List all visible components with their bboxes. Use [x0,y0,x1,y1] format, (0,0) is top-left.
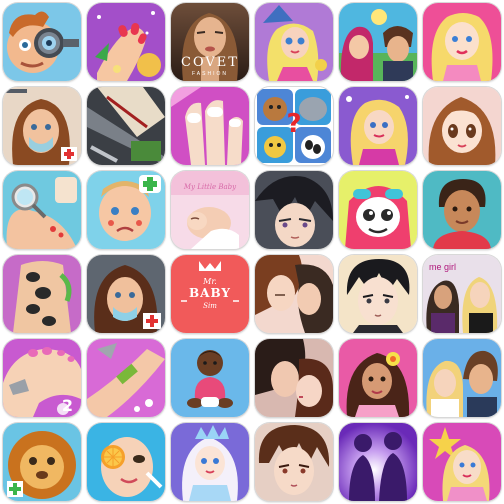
anime-guy-app-icon-art [339,255,417,333]
monster-pet-app-icon[interactable] [339,171,417,249]
vampire-romance-app-icon[interactable] [255,423,333,501]
eye-doctor-app-icon-art [3,3,81,81]
animal-quiz-app-icon-art [255,87,333,165]
covet-fashion-app-icon[interactable]: COVET FASHION [171,3,249,81]
emergency-girl-app-icon[interactable] [87,255,165,333]
leg-wax-app-icon-art [87,339,165,417]
romance-story-app-icon[interactable] [255,255,333,333]
star-girl-app-icon[interactable] [423,423,501,501]
manicure-app-icon[interactable] [171,87,249,165]
couple-story-app-icon[interactable] [339,3,417,81]
ice-princess-app-icon-art [171,423,249,501]
spa-massage-app-icon[interactable] [3,255,81,333]
lion-doctor-app-icon[interactable] [3,423,81,501]
eye-doctor-app-icon[interactable] [3,3,81,81]
romance-story-app-icon-art [255,255,333,333]
baby-sitting-app-icon[interactable] [171,339,249,417]
pop-star-app-icon[interactable] [339,87,417,165]
dress-up-girl-app-icon-art [255,3,333,81]
face-mask-app-icon-art [87,423,165,501]
manicure-app-icon-art [171,87,249,165]
nail-salon-app-icon-art [87,3,165,81]
high-school-couple-app-icon-art [423,339,501,417]
baby-doctor-app-icon[interactable] [87,171,165,249]
hospital-girl-app-icon-art [3,87,81,165]
foot-spa-app-icon-art [3,339,81,417]
blonde-princess-app-icon-art [423,3,501,81]
animal-quiz-app-icon[interactable]: ? [255,87,333,165]
tropical-girl-app-icon-art [339,339,417,417]
mr-baby-sim-app-icon[interactable]: Mr. BABY Sim [171,255,249,333]
anime-girl-app-icon-art [423,87,501,165]
dress-up-girl-app-icon[interactable] [255,3,333,81]
me-girl-app-icon-art [423,255,501,333]
face-mask-app-icon[interactable] [87,423,165,501]
mr-baby-sim-app-icon-art [171,255,249,333]
leg-wax-app-icon[interactable] [87,339,165,417]
silhouette-dance-app-icon[interactable] [339,423,417,501]
kiss-romance-app-icon[interactable] [255,339,333,417]
pop-star-app-icon-art [339,87,417,165]
ice-princess-app-icon[interactable] [171,423,249,501]
high-school-couple-app-icon[interactable] [423,339,501,417]
anime-guy-app-icon[interactable] [339,255,417,333]
silhouette-dance-app-icon-art [339,423,417,501]
emergency-girl-app-icon-art [87,255,165,333]
app-icon-grid: COVET FASHION ? My Little Baby Mr. BABY … [0,0,504,504]
hospital-girl-app-icon[interactable] [3,87,81,165]
me-girl-app-icon[interactable]: me girl [423,255,501,333]
vampire-romance-app-icon-art [255,423,333,501]
arm-surgery-app-icon[interactable] [87,87,165,165]
avatar-boy-app-icon-art [423,171,501,249]
nail-salon-app-icon[interactable] [87,3,165,81]
spa-massage-app-icon-art [3,255,81,333]
foot-doctor-app-icon-art [3,171,81,249]
my-little-baby-app-icon-art [171,171,249,249]
monster-pet-app-icon-art [339,171,417,249]
baby-doctor-app-icon-art [87,171,165,249]
kiss-romance-app-icon-art [255,339,333,417]
tropical-girl-app-icon[interactable] [339,339,417,417]
foot-doctor-app-icon[interactable] [3,171,81,249]
lion-doctor-app-icon-art [3,423,81,501]
baby-sitting-app-icon-art [171,339,249,417]
covet-fashion-app-icon-art [171,3,249,81]
avatar-boy-app-icon[interactable] [423,171,501,249]
anime-boy-app-icon-art [255,171,333,249]
couple-story-app-icon-art [339,3,417,81]
blonde-princess-app-icon[interactable] [423,3,501,81]
anime-girl-app-icon[interactable] [423,87,501,165]
star-girl-app-icon-art [423,423,501,501]
arm-surgery-app-icon-art [87,87,165,165]
anime-boy-app-icon[interactable] [255,171,333,249]
foot-spa-app-icon[interactable]: 2 [3,339,81,417]
my-little-baby-app-icon[interactable]: My Little Baby [171,171,249,249]
